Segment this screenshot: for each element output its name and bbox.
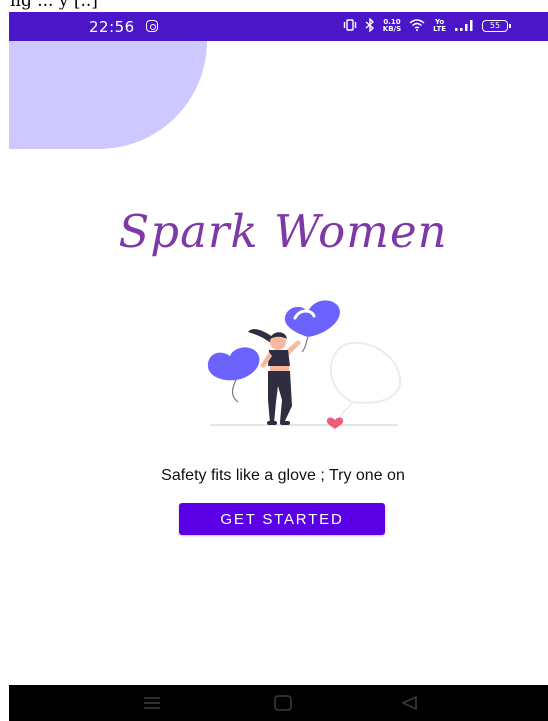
status-time: 22:56 — [89, 18, 135, 36]
navigation-bar — [9, 685, 548, 721]
vibrate-icon — [343, 18, 357, 34]
instagram-notification-icon — [146, 20, 158, 32]
app-screen: ng ... y [..] 22:56 0.10 KB/S Yo LTE 55 … — [0, 0, 548, 721]
battery-icon: 55 — [482, 20, 511, 32]
network-type: Yo LTE — [433, 19, 446, 33]
network-type-bottom: LTE — [433, 25, 446, 33]
signal-icon — [454, 19, 474, 34]
status-icons: 0.10 KB/S Yo LTE 55 — [343, 16, 511, 35]
bluetooth-icon — [365, 16, 375, 35]
cropped-text: ng ... y [..] — [10, 0, 98, 11]
home-square-icon[interactable] — [253, 685, 313, 721]
get-started-button[interactable]: GET STARTED — [179, 503, 385, 535]
woman-with-heart-balloons-illustration — [202, 296, 408, 430]
network-speed-unit: KB/S — [382, 25, 402, 33]
network-speed: 0.10 KB/S — [383, 19, 401, 33]
menu-icon[interactable] — [122, 685, 182, 721]
status-bar: 22:56 0.10 KB/S Yo LTE 55 — [9, 12, 548, 41]
wifi-icon — [409, 18, 425, 34]
decorative-blob — [9, 41, 207, 149]
cropped-top-text: ng ... y [..] — [0, 0, 548, 12]
tagline: Safety fits like a glove ; Try one on — [161, 467, 405, 484]
app-title: Spark Women — [118, 205, 448, 258]
back-triangle-icon[interactable] — [379, 685, 439, 721]
